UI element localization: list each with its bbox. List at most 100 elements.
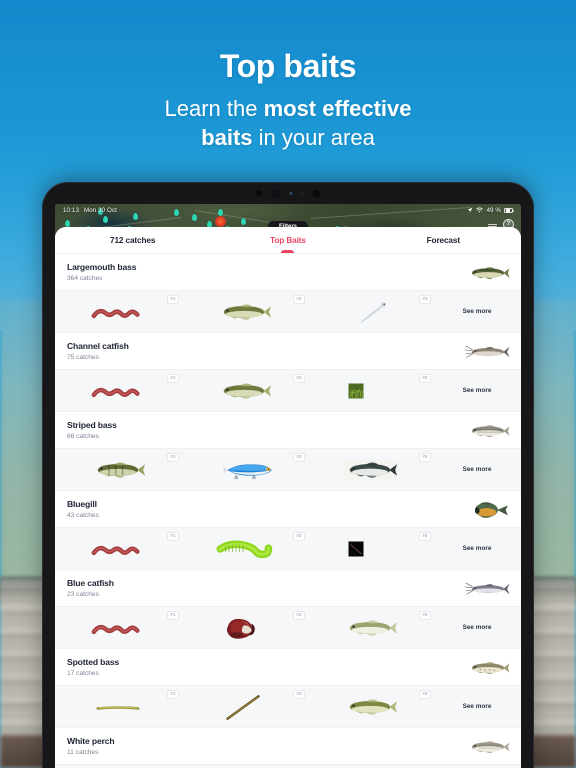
- red-worm-icon: [89, 376, 147, 406]
- species-row[interactable]: White perch11 catches #1 #2: [55, 728, 521, 768]
- chicken-liver-icon: [215, 613, 273, 643]
- bait-card[interactable]: #2: [181, 686, 307, 727]
- bait-card[interactable]: #3: [307, 686, 433, 727]
- bait-rank-badge: #1: [166, 374, 179, 383]
- bait-rank-badge: #2: [292, 295, 305, 304]
- species-row[interactable]: Striped bass 66 catches #1 #2 #3 See mor…: [55, 412, 521, 491]
- herring-baitfish-icon: [341, 455, 399, 485]
- species-header[interactable]: Channel catfish 75 catches: [55, 333, 521, 369]
- white-soft-jerkbait-icon: [341, 297, 399, 327]
- bait-rank-badge: #3: [418, 532, 431, 541]
- page-title: Top baits: [219, 48, 357, 84]
- location-arrow-icon: [467, 207, 473, 213]
- bait-rank-badge: #3: [418, 374, 431, 383]
- species-header[interactable]: White perch 11 catches: [55, 728, 521, 764]
- bait-card[interactable]: #1: [55, 686, 181, 727]
- device-screen: 10:13 Mon 30 Oct 49 % ? 712 catches Top …: [55, 204, 521, 768]
- bait-card[interactable]: #1: [55, 291, 181, 332]
- bait-card[interactable]: #2: [181, 291, 307, 332]
- bait-card[interactable]: #1: [55, 607, 181, 648]
- camera-lens-secondary-icon: [312, 189, 321, 198]
- bait-rank-badge: #2: [292, 611, 305, 620]
- see-more-link[interactable]: See more: [433, 291, 521, 332]
- bait-rank-badge: #1: [166, 453, 179, 462]
- bait-rank-badge: #1: [166, 532, 179, 541]
- see-more-link[interactable]: See more: [433, 449, 521, 490]
- species-header[interactable]: Spotted bass 17 catches: [55, 649, 521, 685]
- bait-rank-badge: #3: [418, 453, 431, 462]
- species-row[interactable]: Blue catfish 23 catches #1 #2 #3 See mor…: [55, 570, 521, 649]
- species-catch-count: 43 catches: [67, 511, 99, 519]
- bait-card[interactable]: #3: [307, 370, 433, 411]
- shiner-minnow-icon: [215, 376, 273, 406]
- bait-strip: #1 #2 #3See more: [55, 764, 521, 768]
- bait-strip: #1 #2 #3See more: [55, 369, 521, 411]
- bait-card[interactable]: #1: [55, 449, 181, 490]
- bait-card[interactable]: #1: [55, 528, 181, 569]
- species-header[interactable]: Bluegill 43 catches: [55, 491, 521, 527]
- spotted-bass-thumb: [465, 655, 511, 681]
- bait-card[interactable]: #2: [181, 528, 307, 569]
- bait-rank-badge: #2: [292, 453, 305, 462]
- silver-baitfish-icon: [341, 613, 399, 643]
- bait-card[interactable]: #3: [307, 528, 433, 569]
- see-more-link[interactable]: See more: [433, 607, 521, 648]
- red-worm-icon: [89, 613, 147, 643]
- see-more-link[interactable]: See more: [433, 370, 521, 411]
- species-row[interactable]: Spotted bass 17 catches #1 #2 #3 See more: [55, 649, 521, 728]
- bait-rank-badge: #3: [418, 611, 431, 620]
- species-header[interactable]: Blue catfish 23 catches: [55, 570, 521, 606]
- bait-card[interactable]: #3: [307, 291, 433, 332]
- status-bar: 10:13 Mon 30 Oct 49 %: [55, 204, 521, 216]
- promo-subtitle-pre: Learn the: [164, 95, 264, 121]
- red-worm-icon: [89, 297, 147, 327]
- bait-card[interactable]: #3: [307, 607, 433, 648]
- tab-forecast[interactable]: Forecast: [366, 227, 521, 253]
- microphone-icon: [301, 192, 304, 195]
- tab-712-catches[interactable]: 712 catches: [55, 227, 210, 253]
- see-more-link[interactable]: See more: [433, 686, 521, 727]
- bait-rank-badge: #2: [292, 690, 305, 699]
- bait-card[interactable]: #2: [181, 607, 307, 648]
- bait-card[interactable]: #2: [181, 370, 307, 411]
- species-catch-count: 11 catches: [67, 748, 99, 756]
- species-row[interactable]: Largemouth bass 364 catches #1 #2 #3 See m…: [55, 254, 521, 333]
- bait-strip: #1 #2 #3See more: [55, 685, 521, 727]
- species-row[interactable]: Channel catfish 75 catches #1 #2 #3 See …: [55, 333, 521, 412]
- species-list[interactable]: Largemouth bass 364 catches #1 #2 #3 See m…: [55, 254, 521, 768]
- shiner-minnow-icon: [215, 297, 273, 327]
- species-name: White perch: [67, 736, 115, 746]
- species-name: Spotted bass: [67, 657, 120, 667]
- olive-shiner-icon: [341, 692, 399, 722]
- species-catch-count: 17 catches: [67, 669, 99, 677]
- species-catch-count: 23 catches: [67, 590, 99, 598]
- promo-subtitle-bold-1: most effective: [263, 95, 412, 121]
- bait-card[interactable]: #3: [307, 449, 433, 490]
- species-row[interactable]: Bluegill 43 catches #1 #2 #3 See more: [55, 491, 521, 570]
- tab-top-baits[interactable]: Top Baits: [210, 227, 365, 253]
- species-catch-count: 364 catches: [67, 274, 103, 282]
- diagonal-stick-bait-icon: [215, 692, 273, 722]
- tablet-device: 10:13 Mon 30 Oct 49 % ? 712 catches Top …: [42, 182, 534, 768]
- chartreuse-curly-grub-icon: [215, 534, 273, 564]
- tab-label: Top Baits: [270, 235, 306, 245]
- status-time: 10:13: [63, 206, 79, 214]
- sensor-icon: [255, 190, 263, 197]
- species-header[interactable]: Striped bass 66 catches: [55, 412, 521, 448]
- bait-card[interactable]: #1: [55, 370, 181, 411]
- bait-strip: #1 #2 #3See more: [55, 448, 521, 490]
- see-more-link[interactable]: See more: [433, 528, 521, 569]
- green-weed-square-icon: [341, 376, 399, 406]
- bait-card[interactable]: #2: [181, 449, 307, 490]
- thin-olive-stick-icon: [89, 692, 147, 722]
- bait-rank-badge: #3: [418, 690, 431, 699]
- bait-rank-badge: #2: [292, 532, 305, 541]
- species-header[interactable]: Largemouth bass 364 catches: [55, 254, 521, 290]
- blue-catfish-thumb: [464, 576, 511, 602]
- map-hotspot: [215, 216, 226, 227]
- bait-rank-badge: #1: [166, 295, 179, 304]
- battery-percent-label: 49 %: [486, 206, 501, 214]
- striped-bass-thumb: [465, 418, 511, 444]
- tab-bar: 712 catches Top Baits Forecast: [55, 227, 521, 254]
- battery-icon: [504, 207, 514, 213]
